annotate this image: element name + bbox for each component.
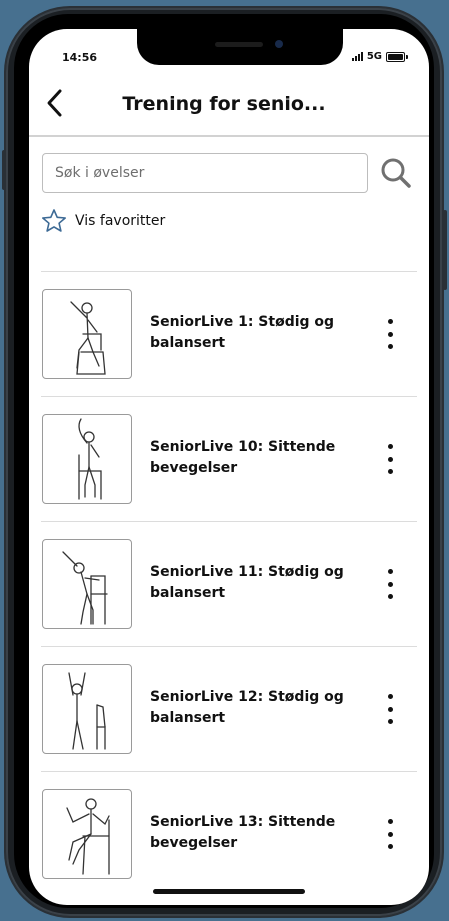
chevron-left-icon [47, 89, 62, 117]
exercise-thumbnail [42, 664, 132, 754]
list-item[interactable]: SeniorLive 12: Stødig og balansert [41, 646, 417, 771]
battery-icon [386, 51, 408, 62]
network-type: 5G [366, 51, 382, 62]
more-options-button[interactable] [381, 441, 399, 477]
search-button[interactable] [378, 155, 414, 191]
list-item[interactable]: SeniorLive 13: Sittende bevegelser [41, 771, 417, 896]
exercise-title: SeniorLive 13: Sittende bevegelser [150, 814, 336, 851]
show-favorites-label: Vis favoritter [75, 213, 166, 229]
search-input[interactable] [42, 153, 368, 193]
search-icon [381, 158, 411, 188]
status-time: 14:56 [62, 51, 98, 64]
list-item[interactable]: SeniorLive 11: Stødig og balansert [41, 521, 417, 646]
list-item[interactable]: SeniorLive 10: Sittende bevegelser [41, 396, 417, 521]
exercise-title: SeniorLive 1: Stødig og balansert [150, 314, 335, 351]
app-header: Trening for senio... [29, 73, 429, 137]
exercise-title: SeniorLive 12: Stødig og balansert [150, 689, 344, 726]
page-title: Trening for senio... [122, 93, 326, 115]
person-stretching-sketch [78, 418, 102, 500]
signal-icon [351, 52, 363, 61]
exercise-thumbnail [42, 414, 132, 504]
star-outline-icon [42, 209, 66, 232]
exercise-title: SeniorLive 10: Sittende bevegelser [150, 439, 336, 476]
person-arms-up-sketch [68, 672, 106, 750]
person-on-chair-sketch [70, 301, 106, 375]
person-seated-sketch [66, 798, 110, 875]
back-button[interactable] [41, 86, 71, 120]
more-options-button[interactable] [381, 316, 399, 352]
show-favorites-toggle[interactable]: Vis favoritter [41, 208, 165, 234]
side-button-right [443, 210, 447, 290]
more-options-button[interactable] [381, 566, 399, 602]
exercise-thumbnail [42, 289, 132, 379]
home-indicator[interactable] [153, 889, 305, 894]
list-item[interactable]: SeniorLive 1: Stødig og balansert [41, 271, 417, 396]
more-options-button[interactable] [381, 816, 399, 852]
more-options-button[interactable] [381, 691, 399, 727]
camera [275, 40, 283, 48]
speaker [215, 42, 263, 47]
notch [137, 29, 343, 65]
exercise-title: SeniorLive 11: Stødig og balansert [150, 564, 344, 601]
status-indicators: 5G [351, 51, 408, 62]
person-side-bend-sketch [62, 551, 108, 625]
exercise-list: SeniorLive 1: Stødig og balansert Senior… [41, 271, 417, 896]
exercise-thumbnail [42, 539, 132, 629]
exercise-thumbnail [42, 789, 132, 879]
phone-screen: 14:56 5G Trening for senio... Vis favori… [29, 29, 429, 905]
